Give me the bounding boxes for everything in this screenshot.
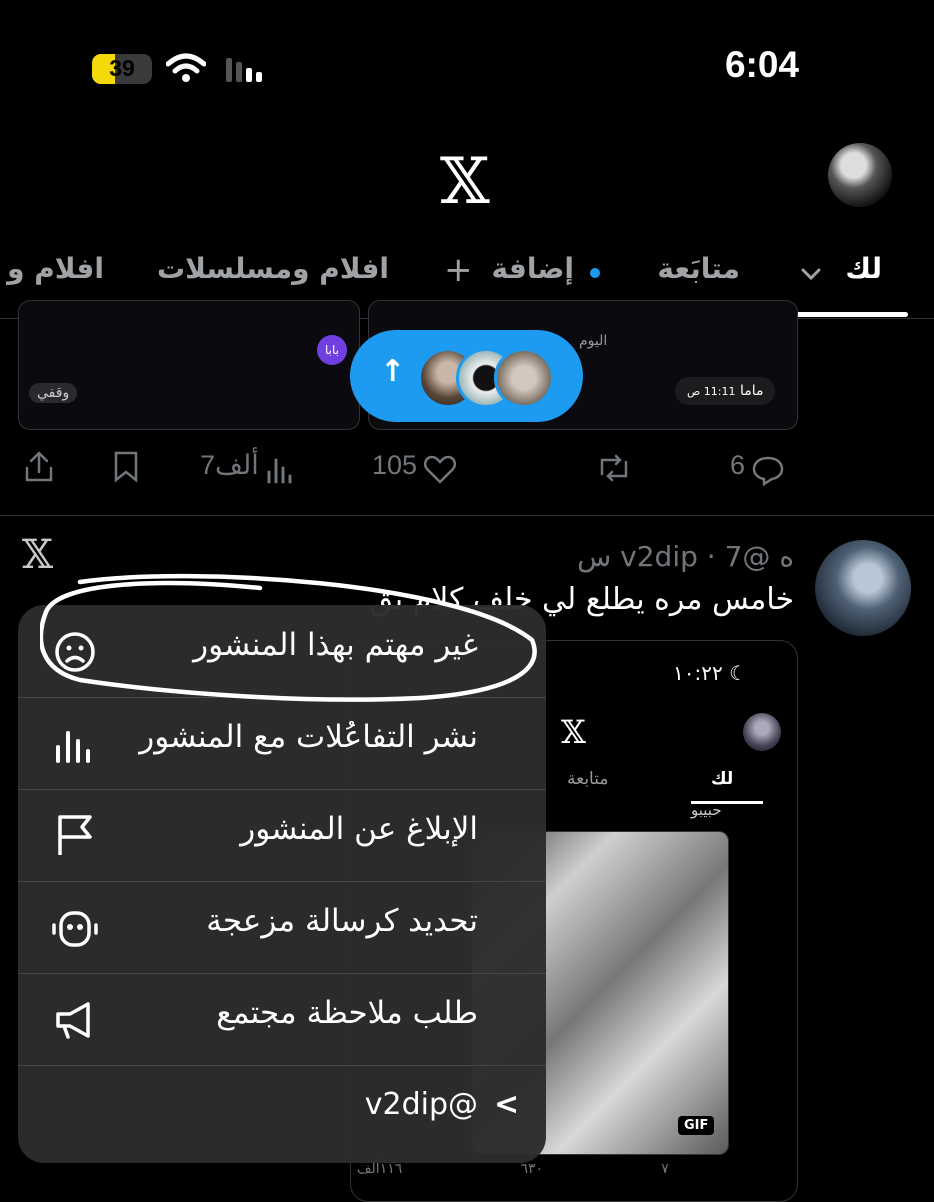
chevron-left-icon: < bbox=[494, 1087, 520, 1122]
cellular-signal-icon bbox=[226, 58, 262, 82]
embed-media-left[interactable]: بابا وقفي bbox=[18, 300, 360, 430]
embed-left-badge: بابا bbox=[317, 335, 347, 365]
share-icon[interactable] bbox=[22, 450, 56, 484]
screenshot-avatar bbox=[743, 713, 781, 751]
moon-icon: ☾ bbox=[729, 661, 747, 685]
reply-icon bbox=[752, 456, 784, 486]
megaphone-icon bbox=[56, 1002, 90, 1039]
battery-percentage: 39 bbox=[109, 55, 135, 81]
tab-movies-partial[interactable]: افلام و bbox=[7, 252, 104, 285]
robot-icon bbox=[52, 911, 98, 947]
screenshot-time: ☾ ١٠:٢٢ bbox=[673, 661, 747, 685]
heart-icon bbox=[424, 455, 457, 484]
embed-right-title: اليوم bbox=[579, 333, 608, 349]
embed-right-name: ماما bbox=[739, 383, 764, 399]
menu-item-post-engagements[interactable]: نشر التفاعُلات مع المنشور bbox=[18, 697, 546, 790]
like-action[interactable]: 105 bbox=[372, 450, 458, 486]
bar-chart-icon bbox=[56, 731, 90, 763]
tweet-handle[interactable]: @v2dip bbox=[620, 540, 770, 573]
chevron-down-icon[interactable] bbox=[800, 266, 822, 282]
tweet-more-glyph: ه bbox=[779, 540, 794, 573]
tab-movies-partial-label: افلام و bbox=[7, 252, 104, 285]
arrow-up-icon: ↑ bbox=[380, 354, 406, 389]
reply-action[interactable]: 6 bbox=[730, 450, 786, 486]
tab-for-you-label: لك bbox=[845, 252, 882, 285]
reply-count: 6 bbox=[730, 450, 746, 480]
tab-following-label: متابَعة bbox=[657, 252, 740, 285]
screenshot-views: ١١٦ألف bbox=[357, 1161, 403, 1177]
tab-add-label: إضافة bbox=[491, 252, 574, 285]
screenshot-caption: حبيبو bbox=[691, 801, 722, 819]
tab-add[interactable]: إضافة bbox=[492, 252, 574, 285]
menu-item-request-community-note[interactable]: طلب ملاحظة مجتمع bbox=[18, 973, 546, 1066]
tab-for-you[interactable]: لك bbox=[845, 252, 882, 285]
menu-item-mark-spam[interactable]: تحديد كرسالة مزعجة bbox=[18, 881, 546, 974]
views-icon bbox=[267, 458, 292, 483]
menu-item-report-post[interactable]: الإبلاغ عن المنشور bbox=[18, 789, 546, 882]
tab-movies-series[interactable]: افلام ومسلسلات bbox=[157, 252, 389, 285]
wifi-icon bbox=[166, 53, 206, 82]
views-count: 7ألف bbox=[200, 450, 259, 480]
like-count: 105 bbox=[372, 450, 418, 480]
gif-badge: GIF bbox=[678, 1116, 715, 1135]
menu-item-label: تحديد كرسالة مزعجة bbox=[206, 903, 478, 939]
repost-icon[interactable] bbox=[594, 452, 634, 484]
new-posts-pill[interactable]: ↑ bbox=[350, 330, 583, 422]
menu-footer-account[interactable]: @v2dip < bbox=[18, 1065, 546, 1157]
bookmark-icon[interactable] bbox=[110, 450, 142, 484]
x-logo[interactable]: 𝕏 bbox=[440, 150, 490, 214]
menu-item-label: نشر التفاعُلات مع المنشور bbox=[139, 719, 478, 755]
new-post-avatar-3 bbox=[494, 348, 554, 408]
tab-following[interactable]: متابَعة bbox=[657, 252, 740, 285]
unread-dot bbox=[590, 268, 600, 278]
screenshot-time-text: ١٠:٢٢ bbox=[672, 661, 723, 685]
screenshot-x-logo: 𝕏 bbox=[561, 713, 586, 751]
profile-avatar[interactable] bbox=[828, 143, 892, 207]
tweet-meta: ه @v2dip · 7 س bbox=[577, 540, 794, 573]
embed-right-chip: ماما 11:11 ص bbox=[675, 377, 776, 405]
flag-icon bbox=[58, 815, 92, 855]
hand-drawn-circle-annotation bbox=[40, 573, 537, 702]
menu-item-label: الإبلاغ عن المنشور bbox=[240, 811, 478, 847]
screenshot-tab-for-you: لك bbox=[711, 769, 734, 789]
battery-indicator: 39 bbox=[92, 54, 152, 84]
embed-right-time: 11:11 ص bbox=[687, 385, 736, 398]
embed-left-label: وقفي bbox=[29, 383, 78, 403]
tweet-divider bbox=[0, 515, 934, 516]
views-action[interactable]: 7ألف bbox=[200, 450, 296, 486]
menu-footer-handle: @v2dip bbox=[364, 1087, 478, 1122]
screenshot-likes: ٦٣٠ bbox=[520, 1161, 544, 1177]
screenshot-reposts: ٧ bbox=[661, 1161, 669, 1177]
tweet-author-avatar[interactable] bbox=[815, 540, 911, 636]
tab-movies-series-label: افلام ومسلسلات bbox=[156, 252, 389, 285]
screenshot-tab-following: متابعة bbox=[567, 769, 609, 789]
status-time: 6:04 bbox=[724, 44, 799, 85]
menu-item-label: طلب ملاحظة مجتمع bbox=[216, 995, 478, 1031]
plus-icon[interactable]: + bbox=[444, 250, 473, 290]
screenshot-footer: ٧ ٦٣٠ ١١٦ألف bbox=[357, 1161, 787, 1177]
